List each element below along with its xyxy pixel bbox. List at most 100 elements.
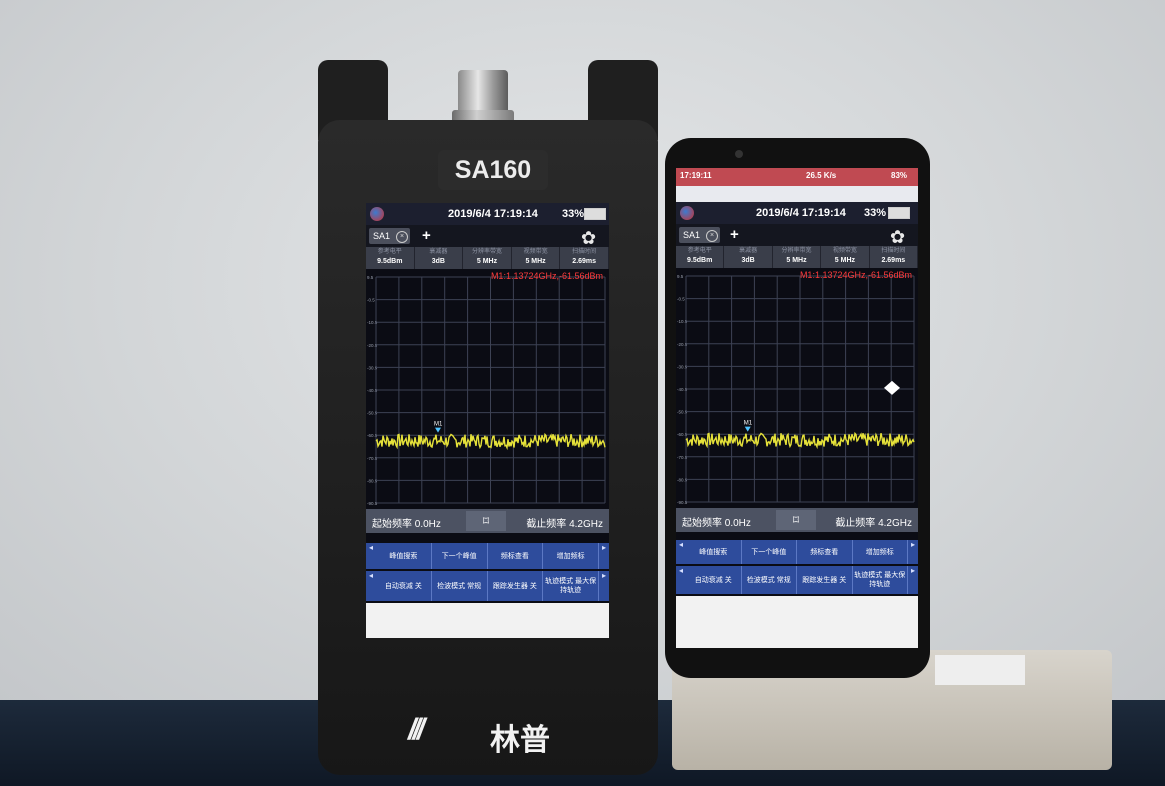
param-rbw[interactable]: 分辨率带宽 5 MHz	[463, 247, 512, 269]
softkey-tracking-gen[interactable]: 跟踪发生器 关	[797, 566, 853, 594]
phone-status-bar: 17:19:11 26.5 K/s 83%	[676, 168, 918, 186]
softkey-peak-search[interactable]: 峰值搜索	[686, 540, 742, 564]
y-tick-label: 9.5	[677, 274, 684, 279]
spectrum-svg: 9.5-0.5-10.5-20.5-30.5-40.5-50.5-60.5-70…	[676, 268, 918, 508]
next-arrow-icon[interactable]: ▸	[599, 543, 609, 569]
param-key: 衰减器	[429, 249, 448, 255]
param-key: 分辨率带宽	[471, 249, 502, 255]
settings-icon[interactable]: ✿	[890, 227, 905, 248]
param-value: 2.69ms	[881, 257, 906, 264]
param-value: 5 MHz	[525, 258, 546, 265]
bottom-panel	[366, 603, 609, 638]
softkey-detector[interactable]: 检波模式 常规	[742, 566, 797, 594]
param-ref-level[interactable]: 参考电平 9.5dBm	[366, 247, 415, 269]
logo-text: 林普	[490, 724, 550, 757]
softkey-peak-search[interactable]: 峰值搜索	[376, 543, 432, 569]
phone-time: 17:19:11	[680, 171, 712, 180]
phone-frequency-bar: 起始频率 0.0Hz ⌑ 截止频率 4.2GHz	[676, 508, 918, 532]
softkey-next-peak[interactable]: 下一个峰值	[742, 540, 797, 564]
prev-arrow-icon[interactable]: ◂	[676, 566, 686, 594]
add-tab-icon[interactable]: +	[730, 226, 739, 243]
status-bar: 2019/6/4 17:19:14 33%	[366, 203, 609, 225]
param-value: 5 MHz	[476, 258, 498, 265]
phone-battery: 83%	[891, 171, 908, 180]
param-attenuation[interactable]: 衰减器 3dB	[724, 246, 773, 268]
app-battery-percent: 33%	[864, 207, 887, 219]
prev-arrow-icon[interactable]: ◂	[676, 540, 686, 564]
phone-softkey-row-1: ◂ 峰值搜索 下一个峰值 频标查看 增加频标 ▸	[676, 540, 918, 564]
frequency-bar: 起始频率 0.0Hz ⌑ 截止频率 4.2GHz	[366, 509, 609, 533]
battery-icon	[584, 208, 606, 220]
next-arrow-icon[interactable]: ▸	[599, 571, 609, 601]
frequency-toggle-icon[interactable]: ⌑	[776, 510, 816, 530]
param-value: 5 MHz	[786, 257, 807, 264]
param-value: 3dB	[741, 257, 755, 264]
softkey-tracking-gen[interactable]: 跟踪发生器 关	[488, 571, 544, 601]
param-attenuation[interactable]: 衰减器 3dB	[415, 247, 464, 269]
param-value: 9.5dBm	[687, 257, 713, 264]
softkey-auto-atten[interactable]: 自动衰减 关	[686, 566, 742, 594]
box-label	[935, 655, 1025, 685]
phone-spectrum-plot[interactable]: 9.5 -0.5 -10.5 -20.5 -30.5 -40.5 -50.5 -60.5 -70…	[676, 268, 918, 508]
settings-icon[interactable]: ✿	[581, 228, 596, 249]
stop-frequency[interactable]: 截止频率 4.2GHz	[835, 514, 912, 529]
param-key: 扫描时间	[881, 248, 906, 254]
softkey-trace-mode[interactable]: 轨迹模式 最大保持轨迹	[543, 571, 599, 601]
prev-arrow-icon[interactable]: ◂	[366, 543, 376, 569]
stop-frequency[interactable]: 截止频率 4.2GHz	[526, 515, 603, 530]
spectrum-svg: 9.5-0.5-10.5-20.5-30.5-40.5-50.5-60.5-70…	[366, 269, 609, 509]
param-key: 视频带宽	[832, 248, 857, 254]
spectrum-plot[interactable]: 9.5 -0.5 -10.5 -20.5 -30.5 -40.5 -50.5 -60.5 -70…	[366, 269, 609, 509]
param-value: 9.5dBm	[377, 258, 403, 265]
start-frequency[interactable]: 起始频率 0.0Hz	[372, 515, 441, 530]
softkey-row-2: ◂ 自动衰减 关 检波模式 常规 跟踪发生器 关 轨迹模式 最大保持轨迹 ▸	[366, 571, 609, 601]
plot-background	[676, 268, 918, 508]
frequency-toggle-icon[interactable]: ⌑	[466, 511, 506, 531]
next-arrow-icon[interactable]: ▸	[908, 540, 918, 564]
start-frequency[interactable]: 起始频率 0.0Hz	[682, 514, 751, 529]
softkey-add-marker[interactable]: 增加频标	[543, 543, 599, 569]
softkey-auto-atten[interactable]: 自动衰减 关	[376, 571, 432, 601]
close-icon[interactable]: ×	[706, 230, 718, 242]
next-arrow-icon[interactable]: ▸	[908, 566, 918, 594]
app-status-bar: 2019/6/4 17:19:14 33%	[676, 202, 918, 224]
softkey-row-1: ◂ 峰值搜索 下一个峰值 频标查看 增加频标 ▸	[366, 543, 609, 569]
app-tab-bar: SA1 × + ✿	[676, 224, 918, 248]
app-parameter-bar: 参考电平 9.5dBm 衰减器 3dB 分辨率带宽 5 MHz 视频带宽 5 MHz 扫…	[676, 246, 918, 268]
param-vbw[interactable]: 视频带宽 5 MHz	[512, 247, 561, 269]
datetime: 2019/6/4 17:19:14	[448, 208, 538, 220]
param-value: 3dB	[431, 258, 445, 265]
param-vbw[interactable]: 视频带宽 5 MHz	[821, 246, 870, 268]
device-model-label: SA160	[438, 150, 548, 190]
brand-logo-icon	[370, 207, 384, 221]
param-ref-level[interactable]: 参考电平 9.5dBm	[676, 246, 725, 268]
softkey-detector[interactable]: 检波模式 常规	[432, 571, 488, 601]
param-rbw[interactable]: 分辨率带宽 5 MHz	[773, 246, 822, 268]
param-value: 5 MHz	[834, 257, 856, 264]
marker-readout: M1:1.13724GHz,-61.56dBm	[491, 271, 603, 281]
param-key: 衰减器	[739, 248, 758, 254]
bottom-panel	[676, 596, 918, 648]
marker-label: M1	[434, 422, 443, 428]
y-tick-label: -0.5	[367, 298, 375, 303]
softkey-next-peak[interactable]: 下一个峰值	[432, 543, 488, 569]
phone-camera	[735, 150, 743, 158]
softkey-trace-mode[interactable]: 轨迹模式 最大保持轨迹	[853, 566, 908, 594]
tab-bar: SA1 × + ✿	[366, 225, 609, 249]
add-tab-icon[interactable]: +	[422, 227, 431, 244]
param-sweep-time[interactable]: 扫描时间 2.69ms	[560, 247, 609, 269]
phone-app: 2019/6/4 17:19:14 33% SA1 × + ✿ 参考电平 9.5d…	[676, 202, 918, 648]
param-sweep-time[interactable]: 扫描时间 2.69ms	[870, 246, 918, 268]
marker-readout: M1:1.13724GHz,-61.56dBm	[800, 270, 912, 280]
prev-arrow-icon[interactable]: ◂	[366, 571, 376, 601]
device-logo: /// 林普	[408, 705, 568, 757]
y-tick-label: 9.5	[367, 275, 374, 280]
param-key: 参考电平	[687, 248, 712, 254]
analyzer-screen: 2019/6/4 17:19:14 33% SA1 × + ✿ 参考电平 9.5d…	[366, 203, 609, 638]
logo-mark-icon: ///	[408, 713, 425, 746]
softkey-add-marker[interactable]: 增加频标	[853, 540, 908, 564]
softkey-marker-view[interactable]: 频标查看	[797, 540, 853, 564]
param-value: 2.69ms	[572, 258, 597, 265]
softkey-marker-view[interactable]: 频标查看	[488, 543, 544, 569]
close-icon[interactable]: ×	[396, 231, 408, 243]
